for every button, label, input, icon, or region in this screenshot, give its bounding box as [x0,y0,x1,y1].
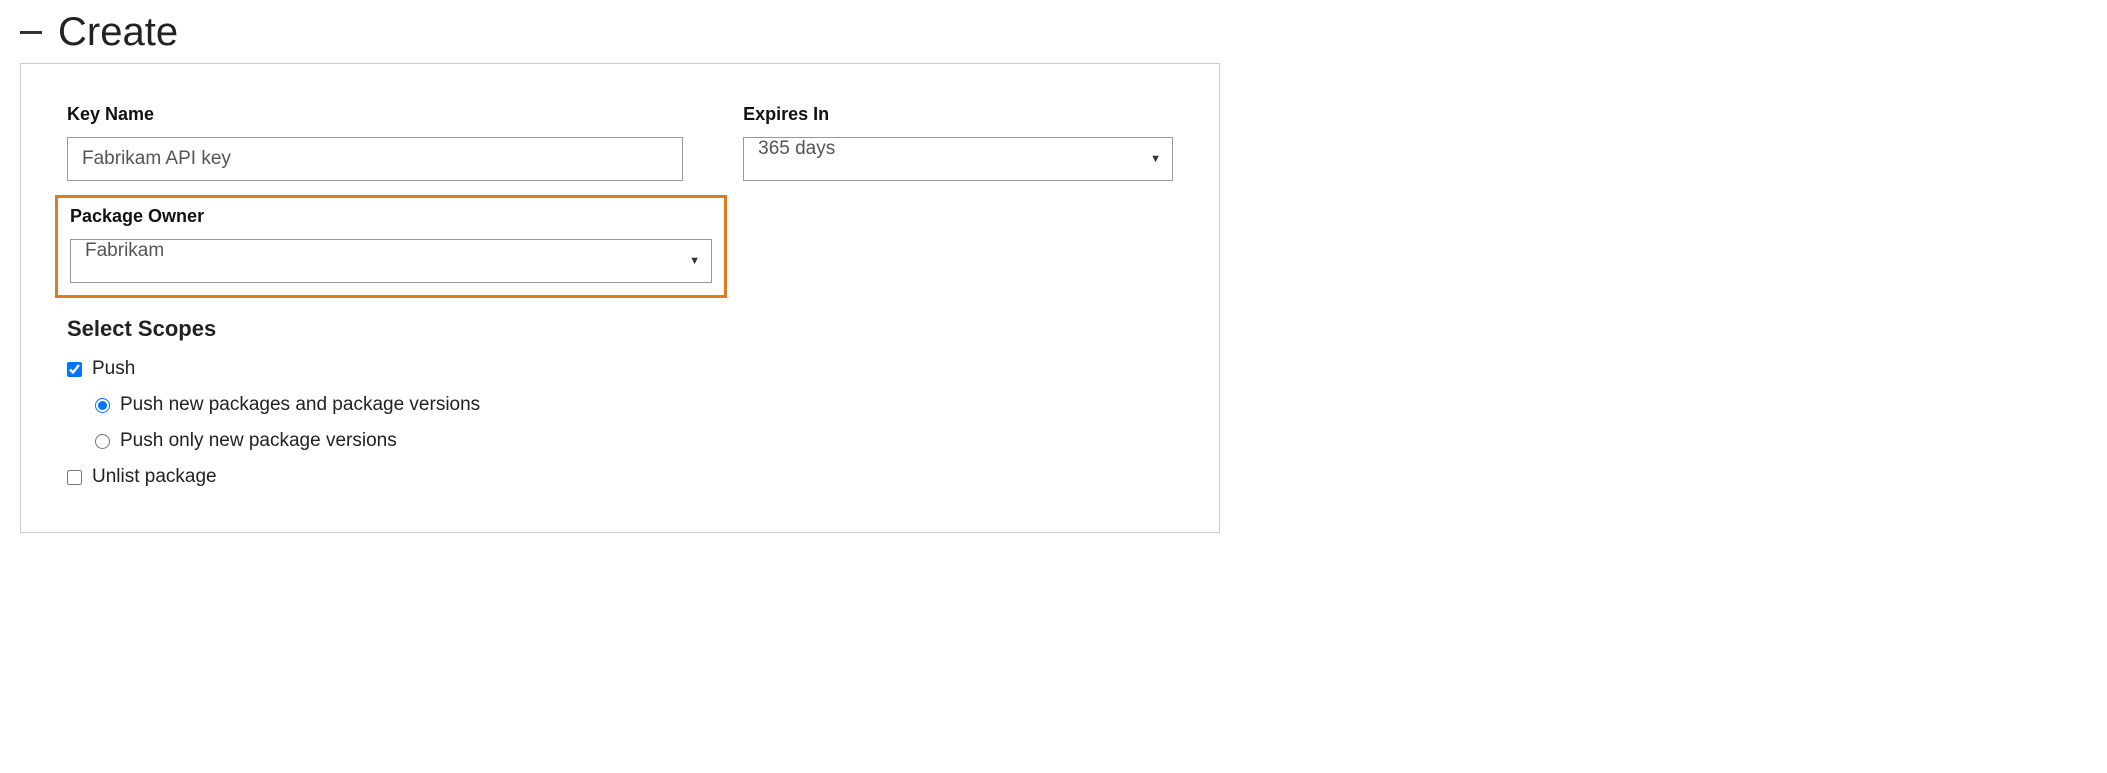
create-panel: Key Name Expires In 365 days ▼ Package O… [20,63,1220,533]
collapse-icon [20,31,42,34]
push-new-packages-label[interactable]: Push new packages and package versions [120,394,480,416]
push-only-versions-row: Push only new package versions [95,430,1173,452]
field-expires-in: Expires In 365 days ▼ [743,104,1173,181]
push-new-packages-row: Push new packages and package versions [95,394,1173,416]
expires-in-select-wrap: 365 days ▼ [743,137,1173,181]
unlist-label[interactable]: Unlist package [92,466,217,488]
unlist-checkbox-row: Unlist package [67,466,1173,488]
unlist-checkbox[interactable] [67,470,82,485]
push-checkbox-row: Push [67,358,1173,380]
push-only-versions-radio[interactable] [95,434,110,449]
scopes-title: Select Scopes [67,316,1173,342]
push-label[interactable]: Push [92,358,135,380]
key-name-input[interactable] [67,137,683,181]
package-owner-label: Package Owner [70,206,712,227]
expires-in-select[interactable]: 365 days [743,137,1173,181]
push-checkbox[interactable] [67,362,82,377]
package-owner-select[interactable]: Fabrikam [70,239,712,283]
section-title: Create [58,10,178,55]
push-new-packages-radio[interactable] [95,398,110,413]
push-only-versions-label[interactable]: Push only new package versions [120,430,397,452]
expires-in-label: Expires In [743,104,1173,125]
key-name-label: Key Name [67,104,683,125]
package-owner-highlight: Package Owner Fabrikam ▼ [55,195,727,298]
field-package-owner: Package Owner Fabrikam ▼ [70,206,712,283]
package-owner-select-wrap: Fabrikam ▼ [70,239,712,283]
field-key-name: Key Name [67,104,683,181]
row-key-expires: Key Name Expires In 365 days ▼ [67,104,1173,181]
section-header[interactable]: Create [20,10,2087,55]
